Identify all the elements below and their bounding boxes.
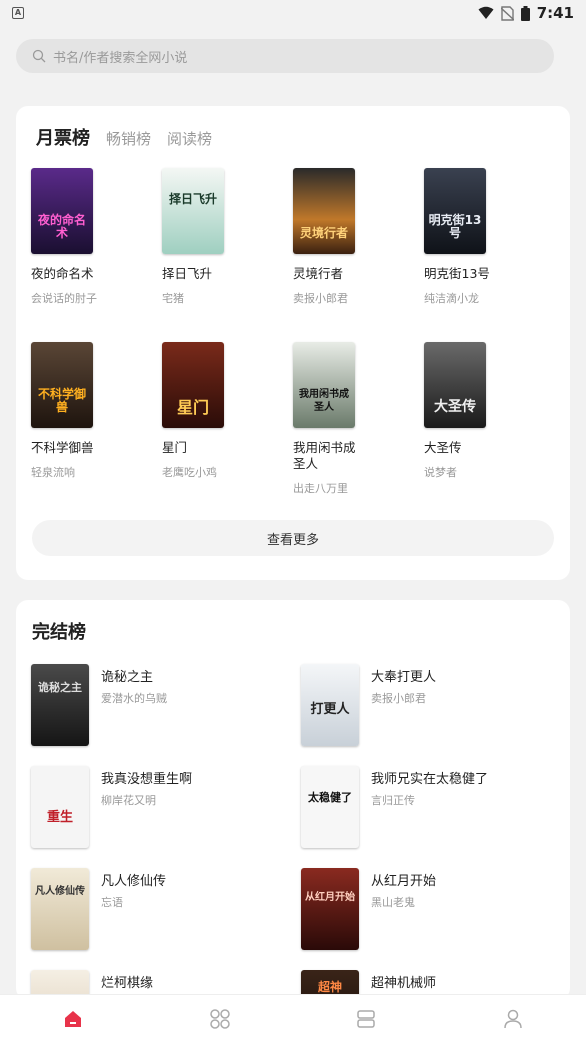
book-author: 忘语 bbox=[101, 896, 123, 909]
cover-title: 明克街13号 bbox=[428, 213, 482, 240]
cover-title: 太稳健了 bbox=[308, 791, 352, 804]
book-cover[interactable]: 诡秘之主 bbox=[31, 664, 89, 746]
tab-bestseller[interactable]: 畅销榜 bbox=[106, 128, 151, 149]
book-cover[interactable]: 打更人 bbox=[301, 664, 359, 746]
book-cover[interactable]: 灵境行者 bbox=[293, 168, 355, 254]
cover-title: 打更人 bbox=[310, 702, 350, 717]
list-item[interactable]: 从红月开始 从红月开始 黑山老鬼 bbox=[301, 868, 561, 952]
book-cover[interactable]: 不科学御兽 bbox=[31, 342, 93, 428]
book-title: 不科学御兽 bbox=[31, 440, 94, 455]
book-title: 我真没想重生啊 bbox=[101, 772, 193, 787]
book-title: 明克街13号 bbox=[424, 266, 490, 281]
cover-title: 诡秘之主 bbox=[38, 681, 82, 694]
book-author: 黑山老鬼 bbox=[371, 896, 415, 909]
category-icon bbox=[210, 1009, 230, 1029]
book-title: 烂柯棋缘 bbox=[101, 976, 154, 991]
bottom-navigation bbox=[0, 994, 586, 1043]
bookshelf-icon bbox=[357, 1010, 375, 1028]
book-author: 宅猪 bbox=[162, 292, 184, 305]
clock: 7:41 bbox=[536, 4, 574, 22]
book-author: 爱潜水的乌贼 bbox=[101, 692, 167, 705]
book-cover[interactable]: 从红月开始 bbox=[301, 868, 359, 950]
list-item[interactable]: 凡人修仙传 凡人修仙传 忘语 bbox=[31, 868, 291, 952]
book-author: 轻泉流响 bbox=[31, 466, 75, 479]
book-author: 老鹰吃小鸡 bbox=[162, 466, 217, 479]
cover-title: 重生 bbox=[46, 810, 73, 825]
book-item[interactable]: 明克街13号 明克街13号 纯洁滴小龙 bbox=[424, 168, 524, 306]
list-item[interactable]: 重生 我真没想重生啊 柳岸花又明 bbox=[31, 766, 291, 850]
wifi-icon bbox=[478, 6, 494, 19]
battery-icon bbox=[520, 5, 530, 21]
cover-title: 不科学御兽 bbox=[37, 387, 86, 414]
book-author: 卖报小郎君 bbox=[293, 292, 348, 305]
completed-card: 完结榜 诡秘之主 诡秘之主 爱潜水的乌贼 打更人 大奉打更人 卖报小郎君 重生 … bbox=[16, 600, 570, 1000]
book-item[interactable]: 大圣传 大圣传 说梦者 bbox=[424, 342, 524, 480]
book-author: 柳岸花又明 bbox=[101, 794, 156, 807]
book-author: 卖报小郎君 bbox=[371, 692, 426, 705]
book-title: 夜的命名术 bbox=[31, 266, 94, 281]
book-author: 言归正传 bbox=[371, 794, 415, 807]
app-notification-icon: A bbox=[12, 7, 24, 19]
search-input[interactable]: 书名/作者搜索全网小说 bbox=[16, 39, 554, 73]
book-title: 我用闲书成圣人 bbox=[293, 440, 356, 471]
book-cover[interactable]: 夜的命名术 bbox=[31, 168, 93, 254]
ranking-tabs: 月票榜 畅销榜 阅读榜 bbox=[36, 124, 212, 150]
book-item[interactable]: 星门 星门 老鹰吃小鸡 bbox=[162, 342, 262, 480]
nav-category[interactable] bbox=[147, 995, 294, 1043]
book-item[interactable]: 择日飞升 择日飞升 宅猪 bbox=[162, 168, 262, 306]
tab-reading[interactable]: 阅读榜 bbox=[167, 128, 212, 149]
book-cover[interactable]: 太稳健了 bbox=[301, 766, 359, 848]
book-title: 超神机械师 bbox=[371, 976, 437, 991]
list-item[interactable]: 太稳健了 我师兄实在太稳健了 言归正传 bbox=[301, 766, 561, 850]
search-placeholder: 书名/作者搜索全网小说 bbox=[53, 50, 188, 66]
book-item[interactable]: 我用闲书成圣人 我用闲书成圣人 出走八万里 bbox=[293, 342, 393, 496]
book-title: 大圣传 bbox=[424, 440, 462, 455]
book-cover[interactable]: 凡人修仙传 bbox=[31, 868, 89, 950]
nav-profile[interactable] bbox=[440, 995, 586, 1043]
cover-title: 夜的命名术 bbox=[37, 213, 86, 240]
book-cover[interactable]: 择日飞升 bbox=[162, 168, 224, 254]
book-author: 出走八万里 bbox=[293, 482, 348, 495]
cover-title: 灵境行者 bbox=[299, 226, 348, 240]
cover-title: 从红月开始 bbox=[305, 892, 355, 903]
list-item[interactable]: 诡秘之主 诡秘之主 爱潜水的乌贼 bbox=[31, 664, 291, 748]
book-title: 大奉打更人 bbox=[371, 670, 437, 685]
cover-title: 择日飞升 bbox=[168, 192, 217, 206]
book-item[interactable]: 不科学御兽 不科学御兽 轻泉流响 bbox=[31, 342, 131, 480]
cover-title: 我用闲书成圣人 bbox=[299, 389, 349, 413]
book-title: 诡秘之主 bbox=[101, 670, 154, 685]
nav-home[interactable] bbox=[0, 995, 147, 1043]
search-icon bbox=[32, 49, 46, 63]
book-title: 我师兄实在太稳健了 bbox=[371, 772, 489, 787]
tab-monthly-ticket[interactable]: 月票榜 bbox=[36, 124, 90, 150]
book-item[interactable]: 灵境行者 灵境行者 卖报小郎君 bbox=[293, 168, 393, 306]
status-bar: A 7:41 bbox=[0, 0, 586, 26]
book-author: 纯洁滴小龙 bbox=[424, 292, 479, 305]
book-author: 说梦者 bbox=[424, 466, 457, 479]
nav-bookshelf[interactable] bbox=[293, 995, 440, 1043]
book-title: 灵境行者 bbox=[293, 266, 344, 281]
book-item[interactable]: 夜的命名术 夜的命名术 会说话的肘子 bbox=[31, 168, 131, 306]
book-author: 会说话的肘子 bbox=[31, 292, 97, 305]
cover-title: 大圣传 bbox=[434, 399, 476, 415]
no-sim-icon bbox=[500, 5, 514, 21]
profile-icon bbox=[504, 1009, 522, 1029]
view-more-button[interactable]: 查看更多 bbox=[32, 520, 554, 556]
book-cover[interactable]: 重生 bbox=[31, 766, 89, 848]
book-title: 从红月开始 bbox=[371, 874, 437, 889]
ranking-card: 月票榜 畅销榜 阅读榜 夜的命名术 夜的命名术 会说话的肘子 择日飞升 择日飞升… bbox=[16, 106, 570, 580]
cover-title: 凡人修仙传 bbox=[35, 886, 85, 897]
book-title: 星门 bbox=[162, 440, 188, 455]
book-cover[interactable]: 大圣传 bbox=[424, 342, 486, 428]
completed-heading: 完结榜 bbox=[32, 622, 86, 643]
book-title: 择日飞升 bbox=[162, 266, 213, 281]
book-cover[interactable]: 我用闲书成圣人 bbox=[293, 342, 355, 428]
book-cover[interactable]: 星门 bbox=[162, 342, 224, 428]
cover-title: 星门 bbox=[176, 398, 209, 417]
list-item[interactable]: 打更人 大奉打更人 卖报小郎君 bbox=[301, 664, 561, 748]
book-cover[interactable]: 明克街13号 bbox=[424, 168, 486, 254]
cover-title: 超神 bbox=[317, 980, 342, 994]
home-icon bbox=[65, 1011, 82, 1027]
book-title: 凡人修仙传 bbox=[101, 874, 167, 889]
